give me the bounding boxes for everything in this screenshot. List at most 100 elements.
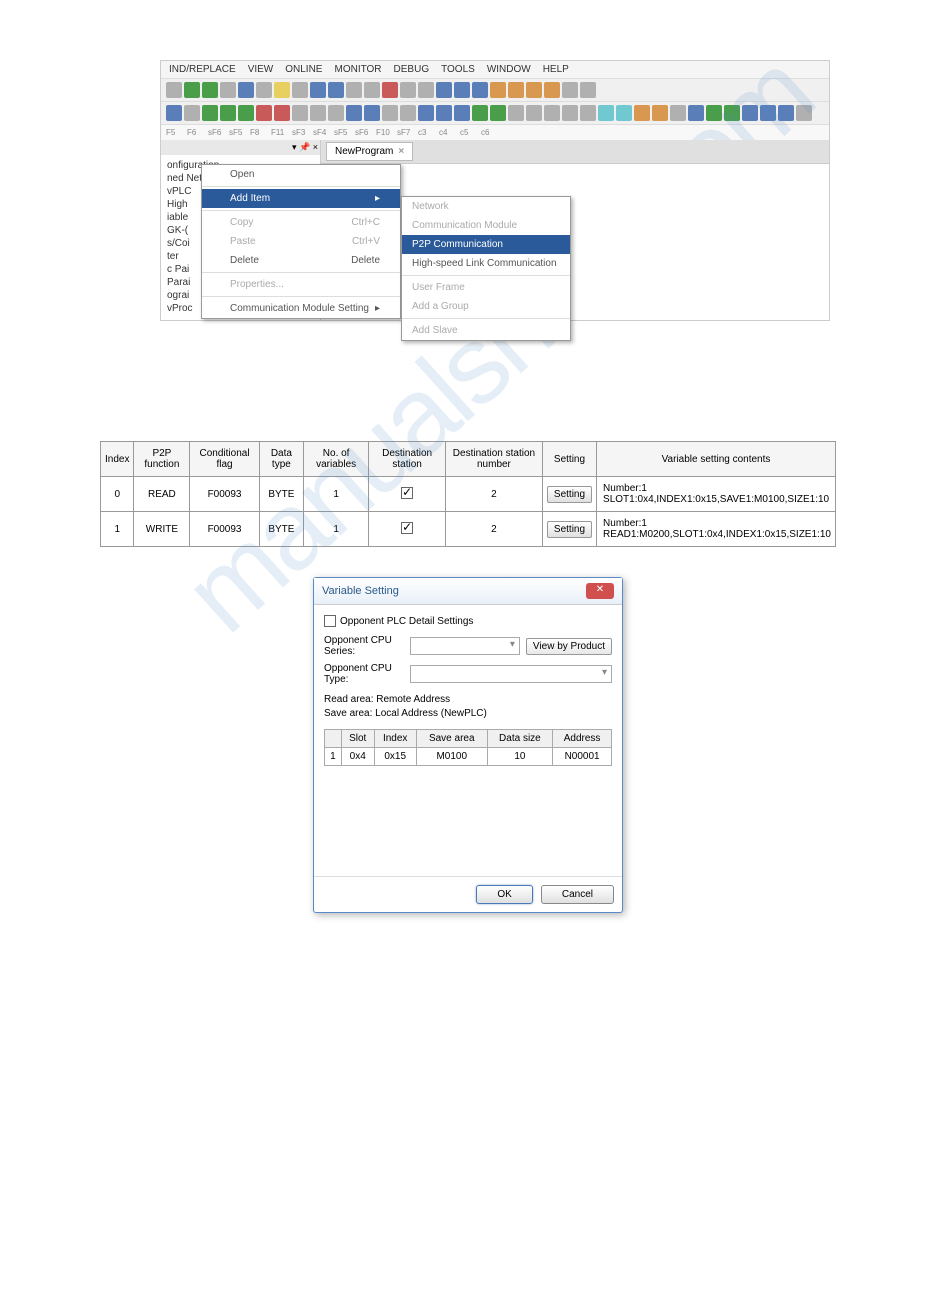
fn-key[interactable]: sF4 xyxy=(313,128,331,137)
tb-icon[interactable] xyxy=(382,105,398,121)
tb-icon[interactable] xyxy=(508,82,524,98)
tb-icon[interactable] xyxy=(400,82,416,98)
sub-hslink[interactable]: High-speed Link Communication xyxy=(402,254,570,273)
cancel-button[interactable]: Cancel xyxy=(541,885,614,904)
cell-flag[interactable]: F00093 xyxy=(190,512,259,547)
tb-icon[interactable] xyxy=(454,105,470,121)
cell-size[interactable]: 10 xyxy=(487,748,553,766)
cell-dest-num[interactable]: 2 xyxy=(445,512,542,547)
tb-icon[interactable] xyxy=(616,105,632,121)
tb-icon[interactable] xyxy=(382,82,398,98)
ctx-delete[interactable]: Delete Delete xyxy=(202,251,400,270)
fn-key[interactable]: c5 xyxy=(460,128,478,137)
cell-addr[interactable]: N00001 xyxy=(553,748,612,766)
cell-flag[interactable]: F00093 xyxy=(190,477,259,512)
fn-key[interactable]: c4 xyxy=(439,128,457,137)
tb-icon[interactable] xyxy=(760,105,776,121)
fn-key[interactable]: F6 xyxy=(187,128,205,137)
close-button[interactable]: ✕ xyxy=(586,583,614,599)
fn-key[interactable]: sF5 xyxy=(229,128,247,137)
tb-icon[interactable] xyxy=(472,82,488,98)
checkbox-icon[interactable] xyxy=(324,615,336,627)
fn-key[interactable]: sF6 xyxy=(208,128,226,137)
checkbox-icon[interactable] xyxy=(401,522,413,534)
tb-icon[interactable] xyxy=(490,82,506,98)
tb-icon[interactable] xyxy=(166,82,182,98)
tb-icon[interactable] xyxy=(724,105,740,121)
fn-key[interactable]: F11 xyxy=(271,128,289,137)
tb-icon[interactable] xyxy=(202,82,218,98)
tb-icon[interactable] xyxy=(742,105,758,121)
fn-key[interactable]: F5 xyxy=(166,128,184,137)
tb-icon[interactable] xyxy=(634,105,650,121)
cell-setting[interactable]: Setting xyxy=(542,477,596,512)
fn-key[interactable]: sF6 xyxy=(355,128,373,137)
tb-icon[interactable] xyxy=(526,105,542,121)
tb-icon[interactable] xyxy=(436,105,452,121)
fn-key[interactable]: sF7 xyxy=(397,128,415,137)
setting-button[interactable]: Setting xyxy=(547,486,592,503)
cell-dest-check[interactable] xyxy=(369,477,446,512)
cell-function[interactable]: WRITE xyxy=(134,512,190,547)
tb-icon[interactable] xyxy=(202,105,218,121)
cell-slot[interactable]: 0x4 xyxy=(341,748,374,766)
tb-icon[interactable] xyxy=(364,105,380,121)
cell-nvars[interactable]: 1 xyxy=(304,477,369,512)
tb-icon[interactable] xyxy=(292,105,308,121)
tb-icon[interactable] xyxy=(418,105,434,121)
fn-key[interactable]: sF3 xyxy=(292,128,310,137)
tb-icon[interactable] xyxy=(778,105,794,121)
view-by-product-button[interactable]: View by Product xyxy=(526,638,612,655)
cell-dest-num[interactable]: 2 xyxy=(445,477,542,512)
cell-nvars[interactable]: 1 xyxy=(304,512,369,547)
tb-icon[interactable] xyxy=(184,82,200,98)
tab-newprogram[interactable]: NewProgram × xyxy=(326,142,413,161)
tb-icon[interactable] xyxy=(274,82,290,98)
close-icon[interactable]: × xyxy=(398,146,404,157)
pin-icon[interactable]: ▾ 📌 × xyxy=(292,142,318,153)
tb-icon[interactable] xyxy=(562,105,578,121)
menu-window[interactable]: WINDOW xyxy=(487,64,531,75)
tb-icon[interactable] xyxy=(598,105,614,121)
tb-icon[interactable] xyxy=(256,105,272,121)
tb-icon[interactable] xyxy=(292,82,308,98)
tb-icon[interactable] xyxy=(670,105,686,121)
sub-p2p-comm[interactable]: P2P Communication xyxy=(402,235,570,254)
menu-findreplace[interactable]: IND/REPLACE xyxy=(169,64,236,75)
fn-key[interactable]: c6 xyxy=(481,128,499,137)
fn-key[interactable]: c3 xyxy=(418,128,436,137)
tb-icon[interactable] xyxy=(346,82,362,98)
cell-dtype[interactable]: BYTE xyxy=(259,477,303,512)
checkbox-icon[interactable] xyxy=(401,487,413,499)
tb-icon[interactable] xyxy=(580,105,596,121)
tb-icon[interactable] xyxy=(454,82,470,98)
tb-icon[interactable] xyxy=(526,82,542,98)
ctx-comm-setting[interactable]: Communication Module Setting ▸ xyxy=(202,299,400,318)
menu-tools[interactable]: TOOLS xyxy=(441,64,475,75)
cell-dtype[interactable]: BYTE xyxy=(259,512,303,547)
tb-icon[interactable] xyxy=(544,105,560,121)
tb-icon[interactable] xyxy=(274,105,290,121)
ctx-add-item[interactable]: Add Item ▸ xyxy=(202,189,400,208)
tb-icon[interactable] xyxy=(328,105,344,121)
tb-icon[interactable] xyxy=(310,82,326,98)
tb-icon[interactable] xyxy=(706,105,722,121)
tb-icon[interactable] xyxy=(652,105,668,121)
menu-online[interactable]: ONLINE xyxy=(285,64,322,75)
tb-icon[interactable] xyxy=(472,105,488,121)
menu-help[interactable]: HELP xyxy=(543,64,569,75)
tb-icon[interactable] xyxy=(310,105,326,121)
tb-icon[interactable] xyxy=(220,82,236,98)
tb-icon[interactable] xyxy=(562,82,578,98)
ok-button[interactable]: OK xyxy=(476,885,532,904)
tb-icon[interactable] xyxy=(688,105,704,121)
tb-icon[interactable] xyxy=(544,82,560,98)
cell-save[interactable]: M0100 xyxy=(416,748,487,766)
tb-icon[interactable] xyxy=(418,82,434,98)
cell-dest-check[interactable] xyxy=(369,512,446,547)
cpu-type-select[interactable] xyxy=(410,665,612,683)
detail-settings-checkbox[interactable]: Opponent PLC Detail Settings xyxy=(324,615,612,627)
tb-icon[interactable] xyxy=(166,105,182,121)
tb-icon[interactable] xyxy=(346,105,362,121)
tb-icon[interactable] xyxy=(184,105,200,121)
